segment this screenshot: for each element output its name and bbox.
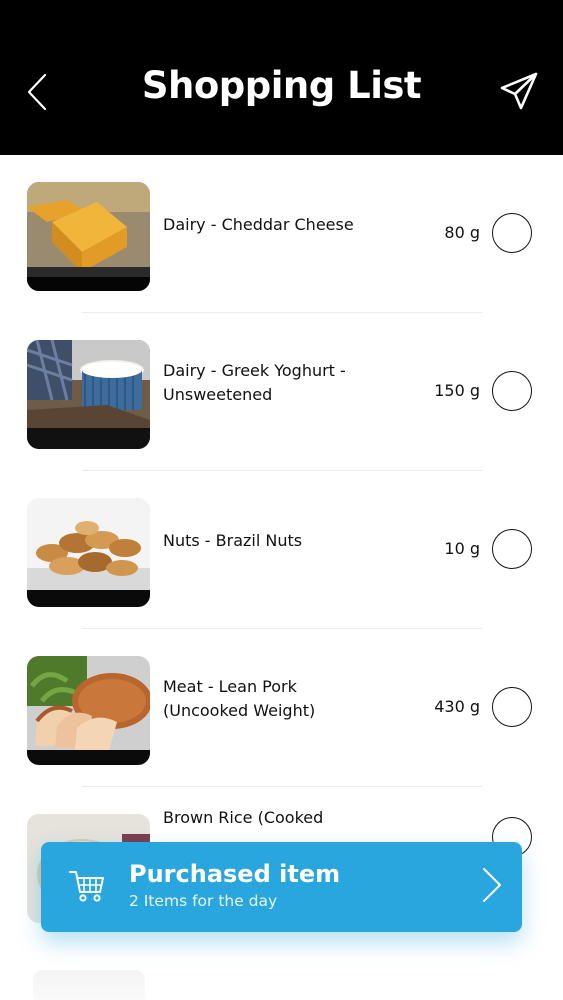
list-item: Nuts - Brazil Nuts 10 g: [0, 471, 563, 629]
list-item: Dairy - Cheddar Cheese 80 g: [0, 155, 563, 313]
purchase-checkbox[interactable]: [492, 371, 532, 411]
item-name: Nuts - Brazil Nuts: [163, 531, 303, 550]
item-image-cheddar: [27, 182, 150, 291]
share-button[interactable]: [496, 68, 542, 114]
page-title: Shopping List: [141, 64, 422, 107]
item-image-brazil-nuts: [27, 498, 150, 607]
item-quantity: 80 g: [444, 223, 480, 242]
item-name: Meat - Lean Pork (Uncooked Weight): [163, 677, 316, 720]
item-name: Dairy - Cheddar Cheese: [163, 215, 354, 234]
item-name: Dairy - Greek Yoghurt - Unsweetened: [163, 361, 346, 404]
chevron-right-icon: [483, 868, 501, 902]
paper-plane-icon: [500, 72, 538, 110]
list-item: Dairy - Greek Yoghurt - Unsweetened 150 …: [0, 313, 563, 471]
item-image-yoghurt: [27, 340, 150, 449]
header-bar: Shopping List: [0, 0, 563, 155]
item-image-lean-pork: [27, 656, 150, 765]
purchase-checkbox[interactable]: [492, 529, 532, 569]
item-name: Brown Rice (Cooked: [163, 808, 324, 827]
purchased-subtitle: 2 Items for the day: [129, 892, 278, 910]
item-quantity: 430 g: [434, 697, 480, 716]
purchase-checkbox[interactable]: [492, 687, 532, 727]
cart-icon: [69, 871, 104, 902]
list-item: Meat - Lean Pork (Uncooked Weight) 430 g: [0, 629, 563, 787]
purchased-title: Purchased item: [129, 860, 341, 888]
next-item-thumb: [33, 970, 145, 1000]
shopping-list: Dairy - Cheddar Cheese 80 g Dairy - Gree…: [0, 155, 563, 945]
item-quantity: 10 g: [444, 539, 480, 558]
item-quantity: 150 g: [434, 381, 480, 400]
purchase-checkbox[interactable]: [492, 213, 532, 253]
